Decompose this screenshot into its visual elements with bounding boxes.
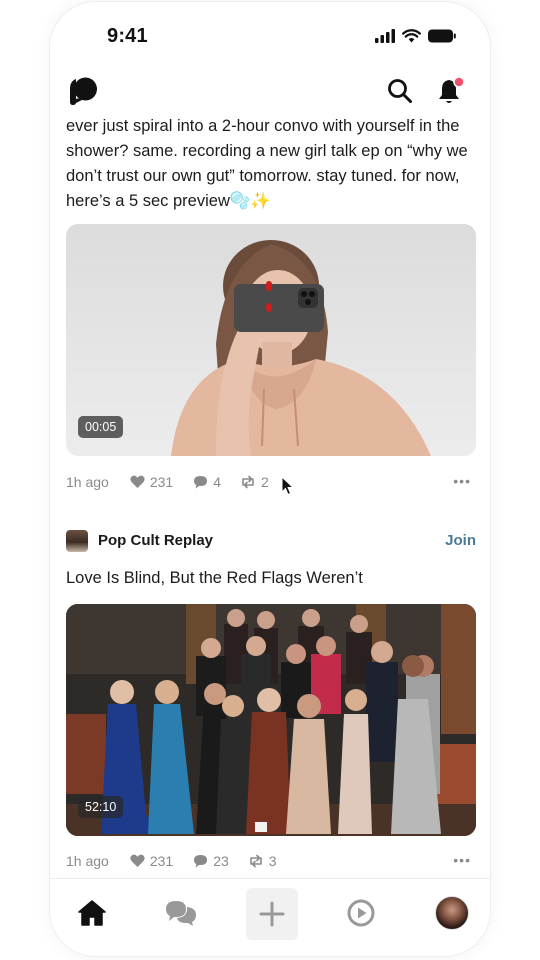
play-icon[interactable] <box>339 891 383 935</box>
signal-icon <box>375 29 395 43</box>
patreon-logo-icon[interactable] <box>68 76 98 111</box>
heart-icon <box>130 854 145 867</box>
community-name[interactable]: Pop Cult Replay <box>98 532 213 549</box>
comment-count: 23 <box>213 853 229 869</box>
join-button[interactable]: Join <box>445 532 476 549</box>
community-header: Pop Cult Replay Join <box>66 530 476 554</box>
notification-dot <box>453 76 465 88</box>
repost-icon <box>242 475 254 489</box>
post-text: ever just spiral into a 2-hour convo wit… <box>66 117 473 210</box>
add-button[interactable] <box>246 888 298 940</box>
comment-icon <box>194 855 208 868</box>
like-count: 231 <box>149 853 174 869</box>
post-title[interactable]: Love Is Blind, But the Red Flags Weren’t <box>66 569 363 588</box>
phone-frame: 9:41 ever just spiral into a 2-hour conv… <box>50 2 490 956</box>
time-ago: 1h ago <box>66 853 109 869</box>
video-duration: 00:05 <box>78 416 124 438</box>
video-thumbnail-image <box>171 240 431 456</box>
bottom-tab-bar <box>50 878 490 956</box>
video-duration: 52:10 <box>78 796 124 818</box>
status-time: 9:41 <box>107 25 148 47</box>
comment-button[interactable]: 4 <box>193 474 221 490</box>
comment-icon <box>194 476 208 489</box>
post-video[interactable]: 52:10 <box>66 604 476 836</box>
home-icon[interactable] <box>70 891 114 935</box>
search-icon[interactable] <box>387 78 415 106</box>
comment-button[interactable]: 23 <box>193 853 229 869</box>
chat-icon[interactable] <box>159 891 203 935</box>
video-thumbnail-image <box>66 604 476 836</box>
more-options-icon[interactable]: ••• <box>453 473 471 489</box>
status-bar: 9:41 <box>50 2 490 72</box>
profile-tab[interactable] <box>430 891 474 935</box>
add-icon <box>259 901 285 927</box>
app-header <box>50 72 490 112</box>
comment-count: 4 <box>213 474 221 490</box>
mouse-cursor-icon <box>281 476 295 496</box>
repost-count: 3 <box>268 853 277 869</box>
bell-icon[interactable] <box>436 76 466 106</box>
post-meta-row: 1h ago 231 23 3 ••• <box>66 851 476 871</box>
repost-button[interactable]: 2 <box>240 474 269 490</box>
like-button[interactable]: 231 <box>130 474 173 490</box>
profile-avatar <box>435 896 469 930</box>
more-options-icon[interactable]: ••• <box>453 852 471 868</box>
wifi-icon <box>402 29 421 43</box>
repost-button[interactable]: 3 <box>248 853 277 869</box>
community-avatar[interactable] <box>66 530 88 552</box>
heart-icon <box>130 475 145 488</box>
time-ago: 1h ago <box>66 474 109 490</box>
status-icons <box>375 29 456 43</box>
like-button[interactable]: 231 <box>130 853 173 869</box>
post-meta-row: 1h ago 231 4 2 ••• <box>66 472 476 492</box>
like-count: 231 <box>149 474 174 490</box>
repost-icon <box>249 854 262 868</box>
repost-count: 2 <box>260 474 269 490</box>
battery-icon <box>428 29 456 43</box>
post-video[interactable]: 00:05 <box>66 224 476 456</box>
